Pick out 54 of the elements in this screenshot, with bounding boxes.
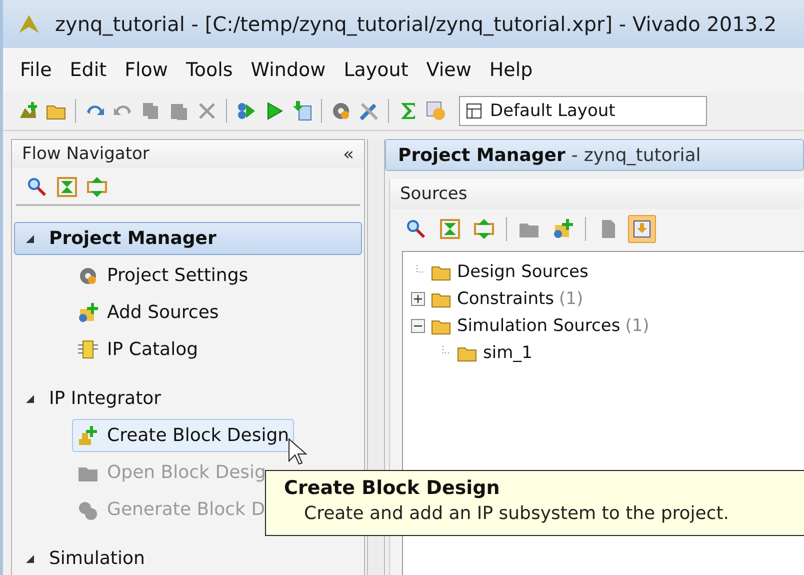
nav-section[interactable]: Simulation bbox=[14, 542, 362, 575]
tree-item[interactable]: Constraints bbox=[457, 288, 554, 308]
menu-item[interactable]: Window bbox=[244, 58, 333, 81]
expand-arrow-icon[interactable] bbox=[25, 394, 35, 404]
expand-all-icon[interactable] bbox=[86, 176, 108, 198]
nav-section[interactable]: Project Manager bbox=[14, 222, 362, 255]
collapse-all-icon[interactable] bbox=[56, 176, 78, 198]
item-count: (1) bbox=[625, 316, 650, 336]
nav-item[interactable]: IP Catalog bbox=[72, 333, 204, 366]
menu-item[interactable]: Tools bbox=[178, 58, 240, 81]
sources-title: Sources bbox=[400, 184, 468, 204]
hierarchy-icon[interactable] bbox=[631, 218, 653, 240]
menu-item[interactable]: Edit bbox=[62, 58, 114, 81]
layout-icon bbox=[466, 103, 482, 120]
wrench-screwdriver-icon[interactable] bbox=[358, 100, 380, 122]
mouse-cursor-icon bbox=[288, 438, 308, 466]
item-count: (1) bbox=[559, 288, 584, 308]
menu-item[interactable]: View bbox=[419, 58, 478, 81]
tooltip-title: Create Block Design bbox=[284, 477, 501, 499]
collapse-button[interactable]: « bbox=[342, 144, 354, 164]
expand-all-icon[interactable] bbox=[473, 218, 495, 240]
chip-icon bbox=[77, 338, 99, 360]
nav-item[interactable]: Add Sources bbox=[72, 296, 224, 329]
nav-item[interactable]: Create Block Design bbox=[72, 419, 294, 452]
gear-window-icon[interactable] bbox=[425, 100, 447, 122]
collapse-all-icon[interactable] bbox=[439, 218, 461, 240]
menu-item[interactable]: Layout bbox=[336, 58, 416, 81]
add-sources-icon[interactable] bbox=[552, 218, 574, 240]
expand-arrow-icon[interactable] bbox=[25, 554, 35, 564]
menu-item[interactable]: Flow bbox=[118, 58, 175, 81]
tree-item[interactable]: sim_1 bbox=[483, 342, 532, 362]
expander-toggle[interactable] bbox=[411, 318, 425, 332]
bitstream-icon[interactable] bbox=[291, 100, 313, 122]
blocks-plus-icon bbox=[77, 424, 99, 446]
search-icon[interactable] bbox=[405, 218, 427, 240]
separator-dash: - bbox=[571, 144, 578, 166]
expander-toggle[interactable] bbox=[411, 292, 425, 306]
panel-title: Project Manager bbox=[398, 144, 566, 166]
search-icon[interactable] bbox=[26, 176, 48, 198]
menu-item[interactable]: File bbox=[13, 58, 59, 81]
plus-icon bbox=[414, 294, 422, 302]
project-name: zynq_tutorial bbox=[584, 144, 701, 166]
tooltip-text: Create and add an IP subsystem to the project. bbox=[303, 503, 730, 524]
menu-item[interactable]: Help bbox=[482, 58, 540, 81]
nav-item[interactable]: Project Settings bbox=[72, 259, 254, 292]
panel-title: Flow Navigator bbox=[22, 144, 150, 164]
add-sources-icon bbox=[77, 302, 99, 324]
window-title: zynq_tutorial - [C:/temp/zynq_tutorial/zynq_tutorial.xpr] - Vivado 2013.2 bbox=[55, 12, 777, 36]
tree-item[interactable]: Simulation Sources bbox=[457, 316, 620, 336]
tree-item[interactable]: Design Sources bbox=[457, 262, 588, 282]
app-logo-icon bbox=[17, 12, 41, 35]
nav-section[interactable]: IP Integrator bbox=[14, 382, 362, 415]
expand-arrow-icon[interactable] bbox=[25, 234, 35, 244]
layout-dropdown[interactable]: Default Layout bbox=[459, 96, 707, 126]
